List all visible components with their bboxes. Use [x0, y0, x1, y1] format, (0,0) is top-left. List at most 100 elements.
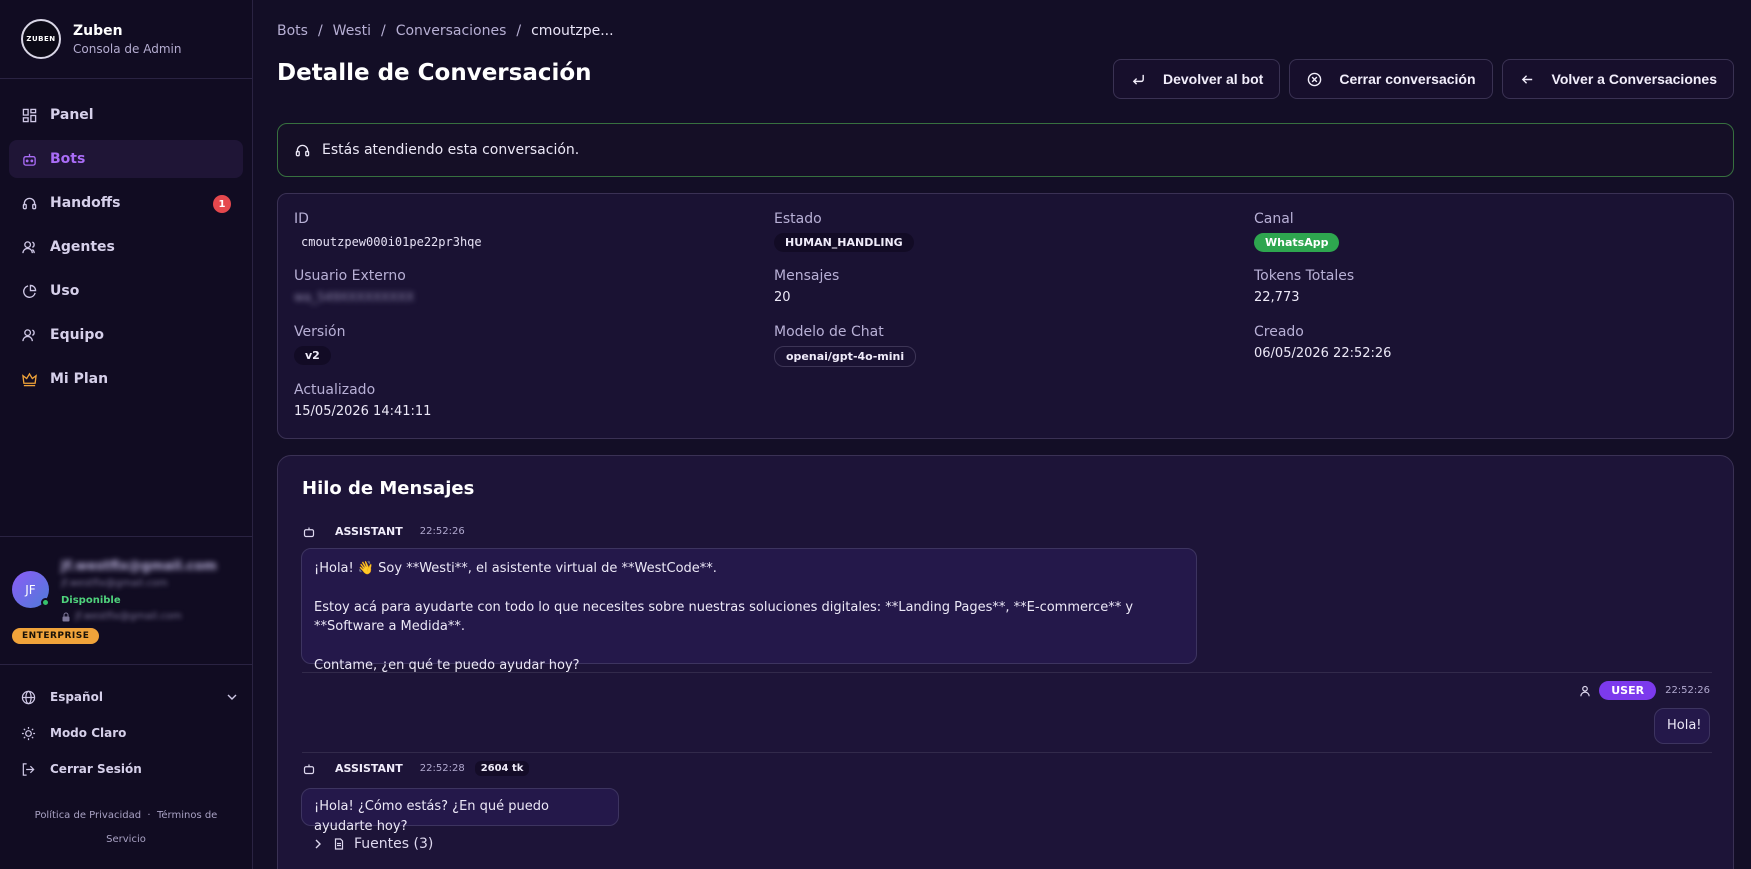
field-label: Creado	[1254, 324, 1304, 340]
status-badge: HUMAN_HANDLING	[774, 233, 914, 252]
field-mensajes: Mensajes 20	[774, 268, 839, 305]
field-tokens: Tokens Totales 22,773	[1254, 268, 1354, 305]
user-locked-email: jf.westfix@gmail.com	[75, 611, 182, 622]
sources-toggle[interactable]: Fuentes (3)	[312, 836, 433, 852]
close-conversation-button[interactable]: Cerrar conversación	[1289, 59, 1493, 99]
sidebar-item-label: Equipo	[50, 327, 104, 343]
notice-text: Estás atendiendo esta conversación.	[322, 142, 580, 158]
breadcrumb: Bots / Westi / Conversaciones / cmoutzpe…	[277, 23, 614, 39]
breadcrumb-bots[interactable]: Bots	[277, 23, 308, 39]
sidebar-item-handoffs[interactable]: Handoffs 1	[9, 184, 243, 222]
message-time: 22:52:26	[419, 526, 465, 537]
field-label: Mensajes	[774, 268, 840, 284]
online-status-dot	[41, 598, 50, 607]
app-name: Zuben	[73, 22, 123, 39]
field-label: ID	[294, 211, 309, 227]
sidebar-item-label: Handoffs	[50, 195, 121, 211]
arrow-left-icon	[1521, 74, 1532, 84]
assistant-message-bubble: ¡Hola! ¿Cómo estás? ¿En qué puedo ayudar…	[301, 788, 619, 834]
sidebar-item-panel[interactable]: Panel	[9, 96, 243, 134]
field-label: Modelo de Chat	[774, 324, 884, 340]
main-content: Bots / Westi / Conversaciones / cmoutzpe…	[253, 0, 1751, 869]
close-conversation-label: Cerrar conversación	[1339, 71, 1476, 87]
sidebar-item-label: Mi Plan	[50, 371, 109, 387]
sidebar-item-agentes[interactable]: Agentes	[9, 228, 243, 266]
app-logo: ZUBEN	[21, 19, 61, 59]
message-header: ASSISTANT 22:52:26	[303, 525, 465, 538]
message-count: 20	[774, 290, 791, 305]
sidebar-item-label: Agentes	[50, 239, 115, 255]
message-divider	[302, 752, 1712, 753]
pie-chart-icon	[23, 284, 37, 298]
message-text: Hola!	[1667, 718, 1702, 733]
theme-toggle[interactable]: Modo Claro	[0, 715, 252, 751]
team-icon	[22, 328, 35, 341]
field-modelo: Modelo de Chat openai/gpt-4o-mini	[774, 324, 917, 367]
language-select[interactable]: Español	[0, 679, 252, 715]
breadcrumb-current: cmoutzpe...	[531, 23, 614, 39]
message-role: ASSISTANT	[335, 525, 403, 538]
globe-icon	[21, 690, 36, 704]
field-label: Estado	[774, 211, 822, 227]
breadcrumb-separator: /	[380, 23, 386, 39]
page-title: Detalle de Conversación	[277, 60, 592, 86]
bot-icon	[23, 153, 36, 166]
users-icon	[22, 240, 35, 253]
sidebar-item-uso[interactable]: Uso	[9, 272, 243, 310]
avatar-initials: JF	[25, 582, 36, 597]
breadcrumb-separator: /	[516, 23, 522, 39]
sidebar-item-label: Bots	[50, 151, 86, 167]
version-badge: v2	[294, 346, 331, 365]
lock-icon	[62, 612, 70, 621]
logout-button[interactable]: Cerrar Sesión	[0, 751, 252, 787]
message-role: USER	[1599, 681, 1657, 700]
sidebar-item-mi-plan[interactable]: Mi Plan	[9, 360, 243, 398]
avatar[interactable]: JF	[12, 571, 50, 608]
brand-header: ZUBEN Zuben Consola de Admin	[0, 0, 252, 79]
user-message-bubble: Hola!	[1654, 708, 1710, 744]
back-to-conversations-button[interactable]: Volver a Conversaciones	[1501, 59, 1734, 99]
availability-status[interactable]: Disponible	[61, 595, 217, 606]
privacy-link[interactable]: Política de Privacidad	[35, 810, 141, 821]
external-user-id: wa_549XXXXXXXXX	[294, 290, 415, 304]
message-line: Estoy acá para ayudarte con todo lo que …	[314, 599, 1134, 635]
return-arrow-icon	[1132, 74, 1144, 85]
chevron-right-icon	[315, 839, 321, 849]
sidebar-settings: Español Modo Claro Cerrar Sesión Polític…	[0, 664, 252, 852]
sidebar-nav: Panel Bots Handoffs 1 Agentes Uso Equipo…	[0, 79, 252, 398]
close-circle-icon	[1308, 72, 1322, 86]
document-icon	[334, 838, 344, 850]
model-badge: openai/gpt-4o-mini	[774, 346, 917, 367]
assistant-message-bubble: ¡Hola! 👋 Soy **Westi**, el asistente vir…	[301, 548, 1197, 673]
headset-icon	[295, 144, 310, 156]
breadcrumb-conversations[interactable]: Conversaciones	[396, 23, 507, 39]
message-time: 22:52:26	[1665, 685, 1710, 696]
field-actualizado: Actualizado 15/05/2026 14:41:11	[294, 382, 431, 419]
logout-label: Cerrar Sesión	[50, 762, 142, 776]
bot-icon	[303, 527, 315, 537]
language-label: Español	[50, 690, 103, 704]
field-usuario-externo: Usuario Externo wa_549XXXXXXXXX	[294, 268, 414, 304]
field-version: Versión v2	[294, 324, 345, 365]
field-canal: Canal WhatsApp	[1254, 211, 1340, 252]
sidebar-item-equipo[interactable]: Equipo	[9, 316, 243, 354]
headset-icon	[22, 197, 37, 209]
updated-at: 15/05/2026 14:41:11	[294, 404, 432, 419]
field-label: Tokens Totales	[1254, 268, 1355, 284]
chevron-down-icon	[227, 694, 237, 700]
field-label: Canal	[1254, 211, 1294, 227]
return-to-bot-button[interactable]: Devolver al bot	[1112, 59, 1281, 99]
channel-badge: WhatsApp	[1254, 233, 1340, 252]
bot-icon	[303, 764, 315, 774]
sidebar-item-bots[interactable]: Bots	[9, 140, 243, 178]
crown-icon	[22, 372, 37, 386]
sources-label: Fuentes (3)	[354, 836, 434, 852]
breadcrumb-bot[interactable]: Westi	[333, 23, 371, 39]
sidebar-item-label: Uso	[50, 283, 80, 299]
sidebar: ZUBEN Zuben Consola de Admin Panel Bots …	[0, 0, 253, 869]
sun-icon	[21, 726, 36, 740]
return-to-bot-label: Devolver al bot	[1162, 71, 1264, 87]
sidebar-item-label: Panel	[50, 107, 94, 123]
field-id: ID cmoutzpew000i01pe22pr3hqe	[294, 211, 482, 249]
user-email: jf.westfix@gmail.com	[61, 559, 217, 574]
